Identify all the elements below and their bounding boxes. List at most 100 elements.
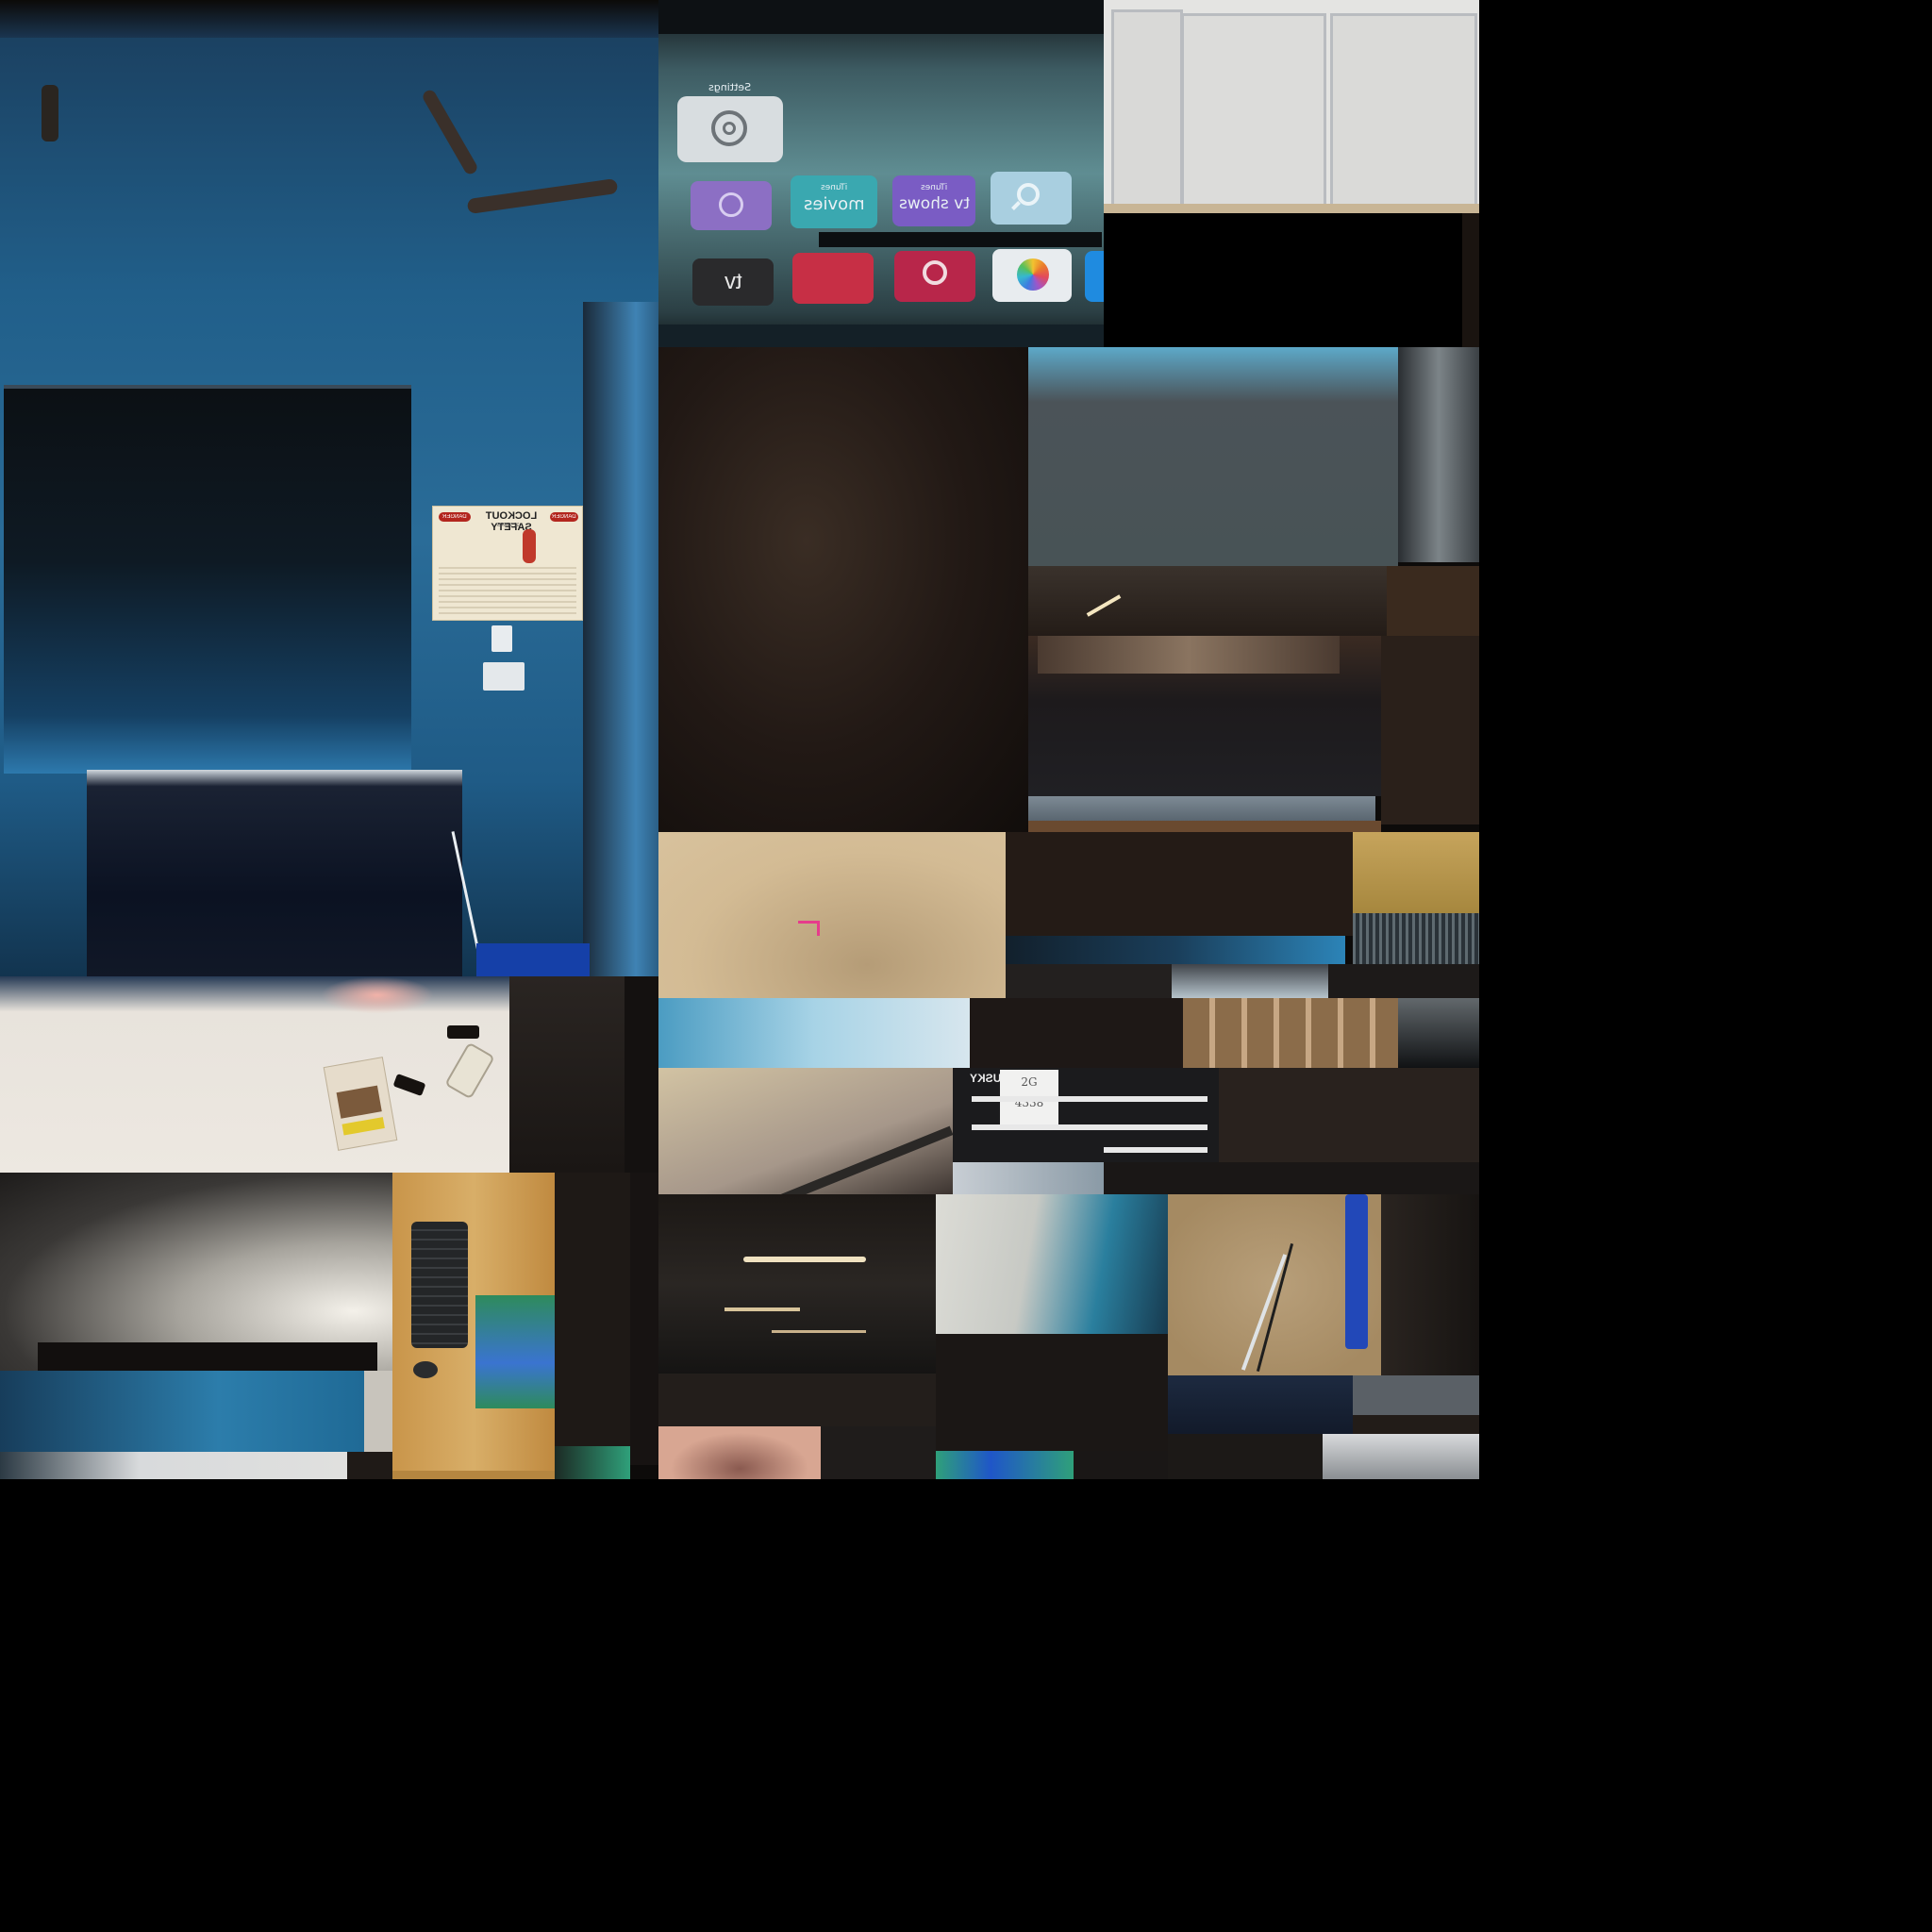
cabinet-door (1111, 9, 1183, 208)
grey-strip (953, 1162, 1104, 1194)
ceiling-light (743, 1257, 866, 1262)
movies-label: movies (803, 194, 865, 214)
screen-floor (658, 325, 1104, 347)
dark-tile (1074, 1451, 1168, 1479)
pipe (420, 88, 480, 176)
blue-strip-tile (0, 1371, 364, 1452)
pink-mark (817, 921, 820, 936)
pink-mark (798, 921, 819, 924)
green-blue-strip (936, 1451, 1074, 1479)
photos-icon (992, 249, 1072, 302)
floor-box (476, 943, 590, 976)
light-streak (1086, 594, 1122, 617)
grass-tile (1353, 832, 1479, 913)
smartphone (444, 1041, 495, 1100)
poster-title: LOCKOUT SAFETY (485, 510, 538, 533)
light-switch (491, 625, 512, 652)
dark-tile (936, 1334, 1168, 1451)
dark-tile (1168, 1434, 1323, 1479)
dark-tile (1353, 1415, 1479, 1434)
dark-strip (1462, 213, 1479, 347)
grey-tile (1323, 1434, 1479, 1479)
tv-menu-tile: Settings iTunes movies iTunes tv shows t… (658, 0, 1104, 347)
safety-poster: DANGER LOCKOUT SAFETY DANGER 12 STEPS (432, 506, 583, 621)
drawer-handle (1104, 1147, 1208, 1153)
hallway-tile (658, 1194, 936, 1374)
tv-stand (87, 770, 462, 976)
screen-bezel (658, 0, 1104, 34)
poster-badge-right: DANGER (550, 512, 578, 522)
table-top (1038, 636, 1340, 674)
bottom-margin (0, 1479, 1932, 1932)
black-tile (1104, 213, 1462, 347)
magazine (323, 1057, 398, 1151)
bright-tile (936, 1194, 1168, 1334)
poster-badge-left: DANGER (439, 512, 471, 522)
wall-tile: DANGER LOCKOUT SAFETY DANGER 12 STEPS (0, 0, 658, 976)
ceiling-light (724, 1307, 800, 1311)
tvshows-sub: iTunes (920, 183, 948, 192)
desk-light (321, 976, 434, 1014)
gravel-tile (1353, 913, 1479, 964)
light-blue-tile (658, 998, 970, 1068)
wood-desk-tile (392, 1173, 555, 1471)
tvshows-label: tv shows (898, 194, 970, 213)
dark-tile (1006, 964, 1172, 998)
light-strip (0, 1452, 347, 1479)
ceiling-light (772, 1330, 866, 1333)
grey-tile (1353, 1375, 1479, 1415)
floor-shadow (38, 1342, 377, 1371)
wall-gradient-tile (0, 1173, 392, 1371)
settings-icon (677, 96, 783, 162)
dark-strip (625, 976, 658, 1173)
poster-subtitle: 12 STEPS (497, 523, 520, 528)
dark-tile (1006, 832, 1353, 936)
movies-sub: iTunes (820, 183, 848, 192)
poster-figure (523, 529, 536, 563)
power-icon (691, 181, 772, 230)
drawer-handle (972, 1096, 1208, 1102)
movies-app-icon: iTunes movies (791, 175, 877, 228)
settings-label: Settings (708, 81, 752, 93)
poster-body (439, 567, 576, 614)
mouse (413, 1361, 438, 1378)
search-icon (991, 172, 1072, 225)
metal-rail (722, 1125, 953, 1194)
grey-strip (1028, 796, 1375, 821)
blue-strip (1006, 936, 1345, 964)
dark-tile (821, 1426, 936, 1479)
sand-cable-tile (1168, 1194, 1381, 1375)
cable (1256, 1242, 1294, 1373)
ceiling-shadow (0, 0, 658, 38)
dark-tile (1219, 1068, 1479, 1162)
barrel-tile (1183, 998, 1398, 1068)
drawer-handle (972, 1124, 1208, 1130)
dark-tile (509, 976, 625, 1173)
keypad (483, 662, 525, 691)
music-icon (792, 253, 874, 304)
right-column (583, 302, 658, 976)
toolbox-tile: HUSKY 2G 4338 (953, 1068, 1219, 1162)
podcasts-icon (894, 251, 975, 302)
table-tile (1028, 636, 1381, 796)
shelf-tile (1172, 964, 1328, 998)
brown-tile (1387, 566, 1479, 636)
tv-screen (4, 385, 411, 774)
metal-tile (1398, 347, 1479, 562)
dark-strip (630, 1173, 658, 1465)
green-tile (555, 1446, 630, 1479)
wood-strip (1028, 821, 1381, 832)
dark-tile (1328, 964, 1479, 998)
pipe (466, 177, 619, 215)
grey-tile (1398, 998, 1479, 1068)
cabinet-door (1330, 13, 1477, 208)
keyboard (411, 1222, 468, 1348)
wood-strip (392, 1471, 555, 1479)
dark-jeans-tile (1168, 1375, 1353, 1434)
concrete-tile (658, 1068, 953, 1194)
dark-tile (1381, 636, 1479, 824)
dark-tile (658, 1374, 936, 1426)
bright-strip (364, 1371, 392, 1452)
desk-tile (0, 976, 509, 1173)
usb-drive (392, 1073, 426, 1097)
